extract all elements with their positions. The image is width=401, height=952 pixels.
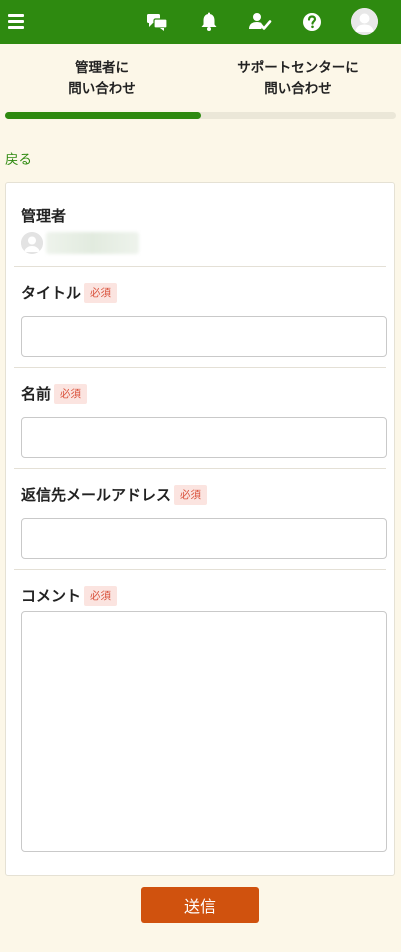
divider <box>14 569 386 570</box>
tab-label-line1: 管理者に <box>75 60 129 76</box>
divider <box>14 468 386 469</box>
user-avatar-icon[interactable] <box>351 8 378 35</box>
bell-icon[interactable] <box>196 9 222 35</box>
tab-progress-track <box>5 112 396 119</box>
name-input[interactable] <box>21 417 387 458</box>
email-label-text: 返信先メールアドレス <box>21 486 172 504</box>
comment-field-label: コメント 必須 <box>21 585 118 606</box>
admin-avatar <box>21 232 43 254</box>
tab-contact-support[interactable]: サポートセンターに 問い合わせ <box>198 58 398 100</box>
required-badge: 必須 <box>84 282 118 303</box>
title-label-text: タイトル <box>21 284 82 302</box>
name-field-label: 名前 必須 <box>21 383 88 404</box>
submit-button[interactable]: 送信 <box>141 887 259 923</box>
comment-label-text: コメント <box>21 587 82 605</box>
tab-progress-fill <box>5 112 201 119</box>
tab-contact-admin[interactable]: 管理者に 問い合わせ <box>2 58 202 100</box>
tab-label-line2: 問い合わせ <box>264 81 332 97</box>
name-label-text: 名前 <box>21 385 52 403</box>
user-check-icon[interactable] <box>247 9 273 35</box>
admin-label-text: 管理者 <box>21 207 67 225</box>
tab-label-line1: サポートセンターに <box>237 60 359 76</box>
chat-icon[interactable] <box>144 9 170 35</box>
divider <box>14 266 386 267</box>
required-badge: 必須 <box>54 383 88 404</box>
help-icon[interactable] <box>299 9 325 35</box>
contact-tabs: 管理者に 問い合わせ サポートセンターに 問い合わせ <box>0 44 401 122</box>
divider <box>14 367 386 368</box>
admin-name-redacted <box>46 232 139 254</box>
required-badge: 必須 <box>174 484 208 505</box>
tab-label-line2: 問い合わせ <box>68 81 136 97</box>
comment-textarea[interactable] <box>21 611 387 852</box>
top-navigation-bar <box>0 0 401 44</box>
back-link[interactable]: 戻る <box>5 148 32 168</box>
title-input[interactable] <box>21 316 387 357</box>
contact-form-card: 管理者 タイトル 必須 名前 必須 返信先メールアドレス 必須 コメント 必須 <box>5 182 395 876</box>
email-input[interactable] <box>21 518 387 559</box>
admin-label: 管理者 <box>21 205 66 226</box>
menu-icon[interactable] <box>5 9 31 35</box>
email-field-label: 返信先メールアドレス 必須 <box>21 484 208 505</box>
title-field-label: タイトル 必須 <box>21 282 118 303</box>
required-badge: 必須 <box>84 585 118 606</box>
